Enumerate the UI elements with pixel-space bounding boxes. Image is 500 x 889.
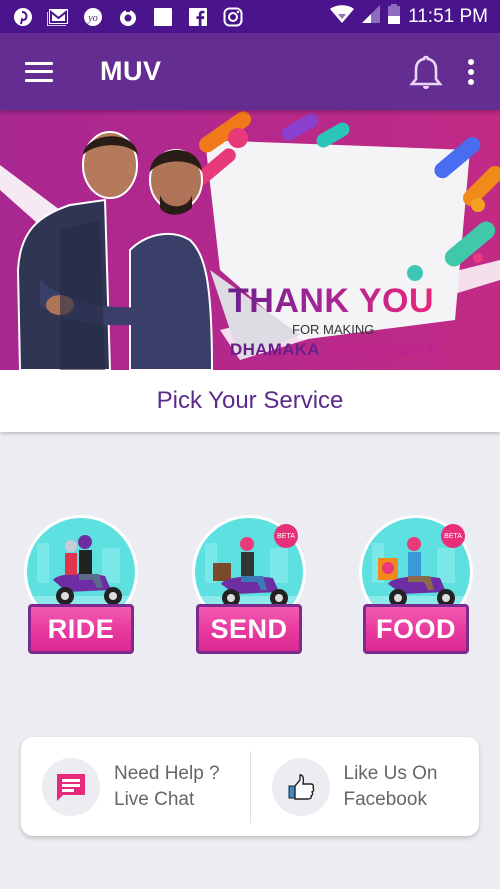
services-grid: RIDE BETA SEND BETA FOOD xyxy=(0,512,500,662)
service-send-button[interactable]: BETA SEND xyxy=(187,512,311,658)
live-chat-line2: Live Chat xyxy=(114,788,195,810)
section-header-card: Pick Your Service xyxy=(0,370,500,432)
blank-app-icon xyxy=(152,6,174,28)
banner-tagline-part2: SUCCESSFUL xyxy=(324,340,444,359)
thumbs-up-icon xyxy=(271,757,330,816)
chat-icon xyxy=(42,757,100,816)
yo-app-icon: yo xyxy=(82,6,104,28)
app-bar: MUV xyxy=(0,33,500,110)
more-vertical-icon[interactable] xyxy=(458,52,484,92)
service-ride-button[interactable]: RIDE xyxy=(19,512,143,658)
status-bar: yo 11:51 PM xyxy=(0,0,500,33)
promo-banner[interactable]: THANK YOU FOR MAKING DHAMAKA SUCCESSFUL xyxy=(0,110,500,370)
live-chat-line1: Need Help ? xyxy=(114,762,220,784)
banner-tagline: DHAMAKA SUCCESSFUL xyxy=(230,340,443,360)
service-label: FOOD xyxy=(363,604,469,654)
service-label: RIDE xyxy=(28,604,134,654)
app-title: MUV xyxy=(100,56,162,86)
banner-headline: THANK YOU xyxy=(228,282,434,320)
beta-badge: BETA xyxy=(441,524,465,548)
bell-icon[interactable] xyxy=(406,52,446,92)
help-card: Need Help ? Live Chat Like Us On Faceboo… xyxy=(21,737,479,836)
beta-badge: BETA xyxy=(274,524,298,548)
facebook-like-button[interactable]: Like Us On Facebook xyxy=(251,737,480,836)
notification-icons: yo xyxy=(12,6,244,28)
circle-app-icon xyxy=(117,6,139,28)
facebook-line2: Facebook xyxy=(343,788,427,810)
clock: 11:51 PM xyxy=(408,5,488,27)
svg-text:yo: yo xyxy=(87,13,97,24)
facebook-line1: Like Us On xyxy=(343,762,438,784)
service-food-button[interactable]: BETA FOOD xyxy=(354,512,478,658)
section-title: Pick Your Service xyxy=(156,387,344,414)
pinterest-icon xyxy=(12,6,34,28)
service-label: SEND xyxy=(196,604,302,654)
signal-icon xyxy=(362,4,381,29)
facebook-icon xyxy=(187,6,209,28)
live-chat-button[interactable]: Need Help ? Live Chat xyxy=(21,737,250,836)
gmail-icon xyxy=(47,6,69,28)
battery-icon xyxy=(388,3,401,30)
banner-tagline-part1: DHAMAKA xyxy=(230,340,320,359)
wifi-icon xyxy=(330,4,355,29)
hamburger-menu-icon[interactable] xyxy=(25,61,53,82)
banner-subline: FOR MAKING xyxy=(292,322,375,337)
instagram-icon xyxy=(222,6,244,28)
banner-artwork xyxy=(0,110,500,370)
